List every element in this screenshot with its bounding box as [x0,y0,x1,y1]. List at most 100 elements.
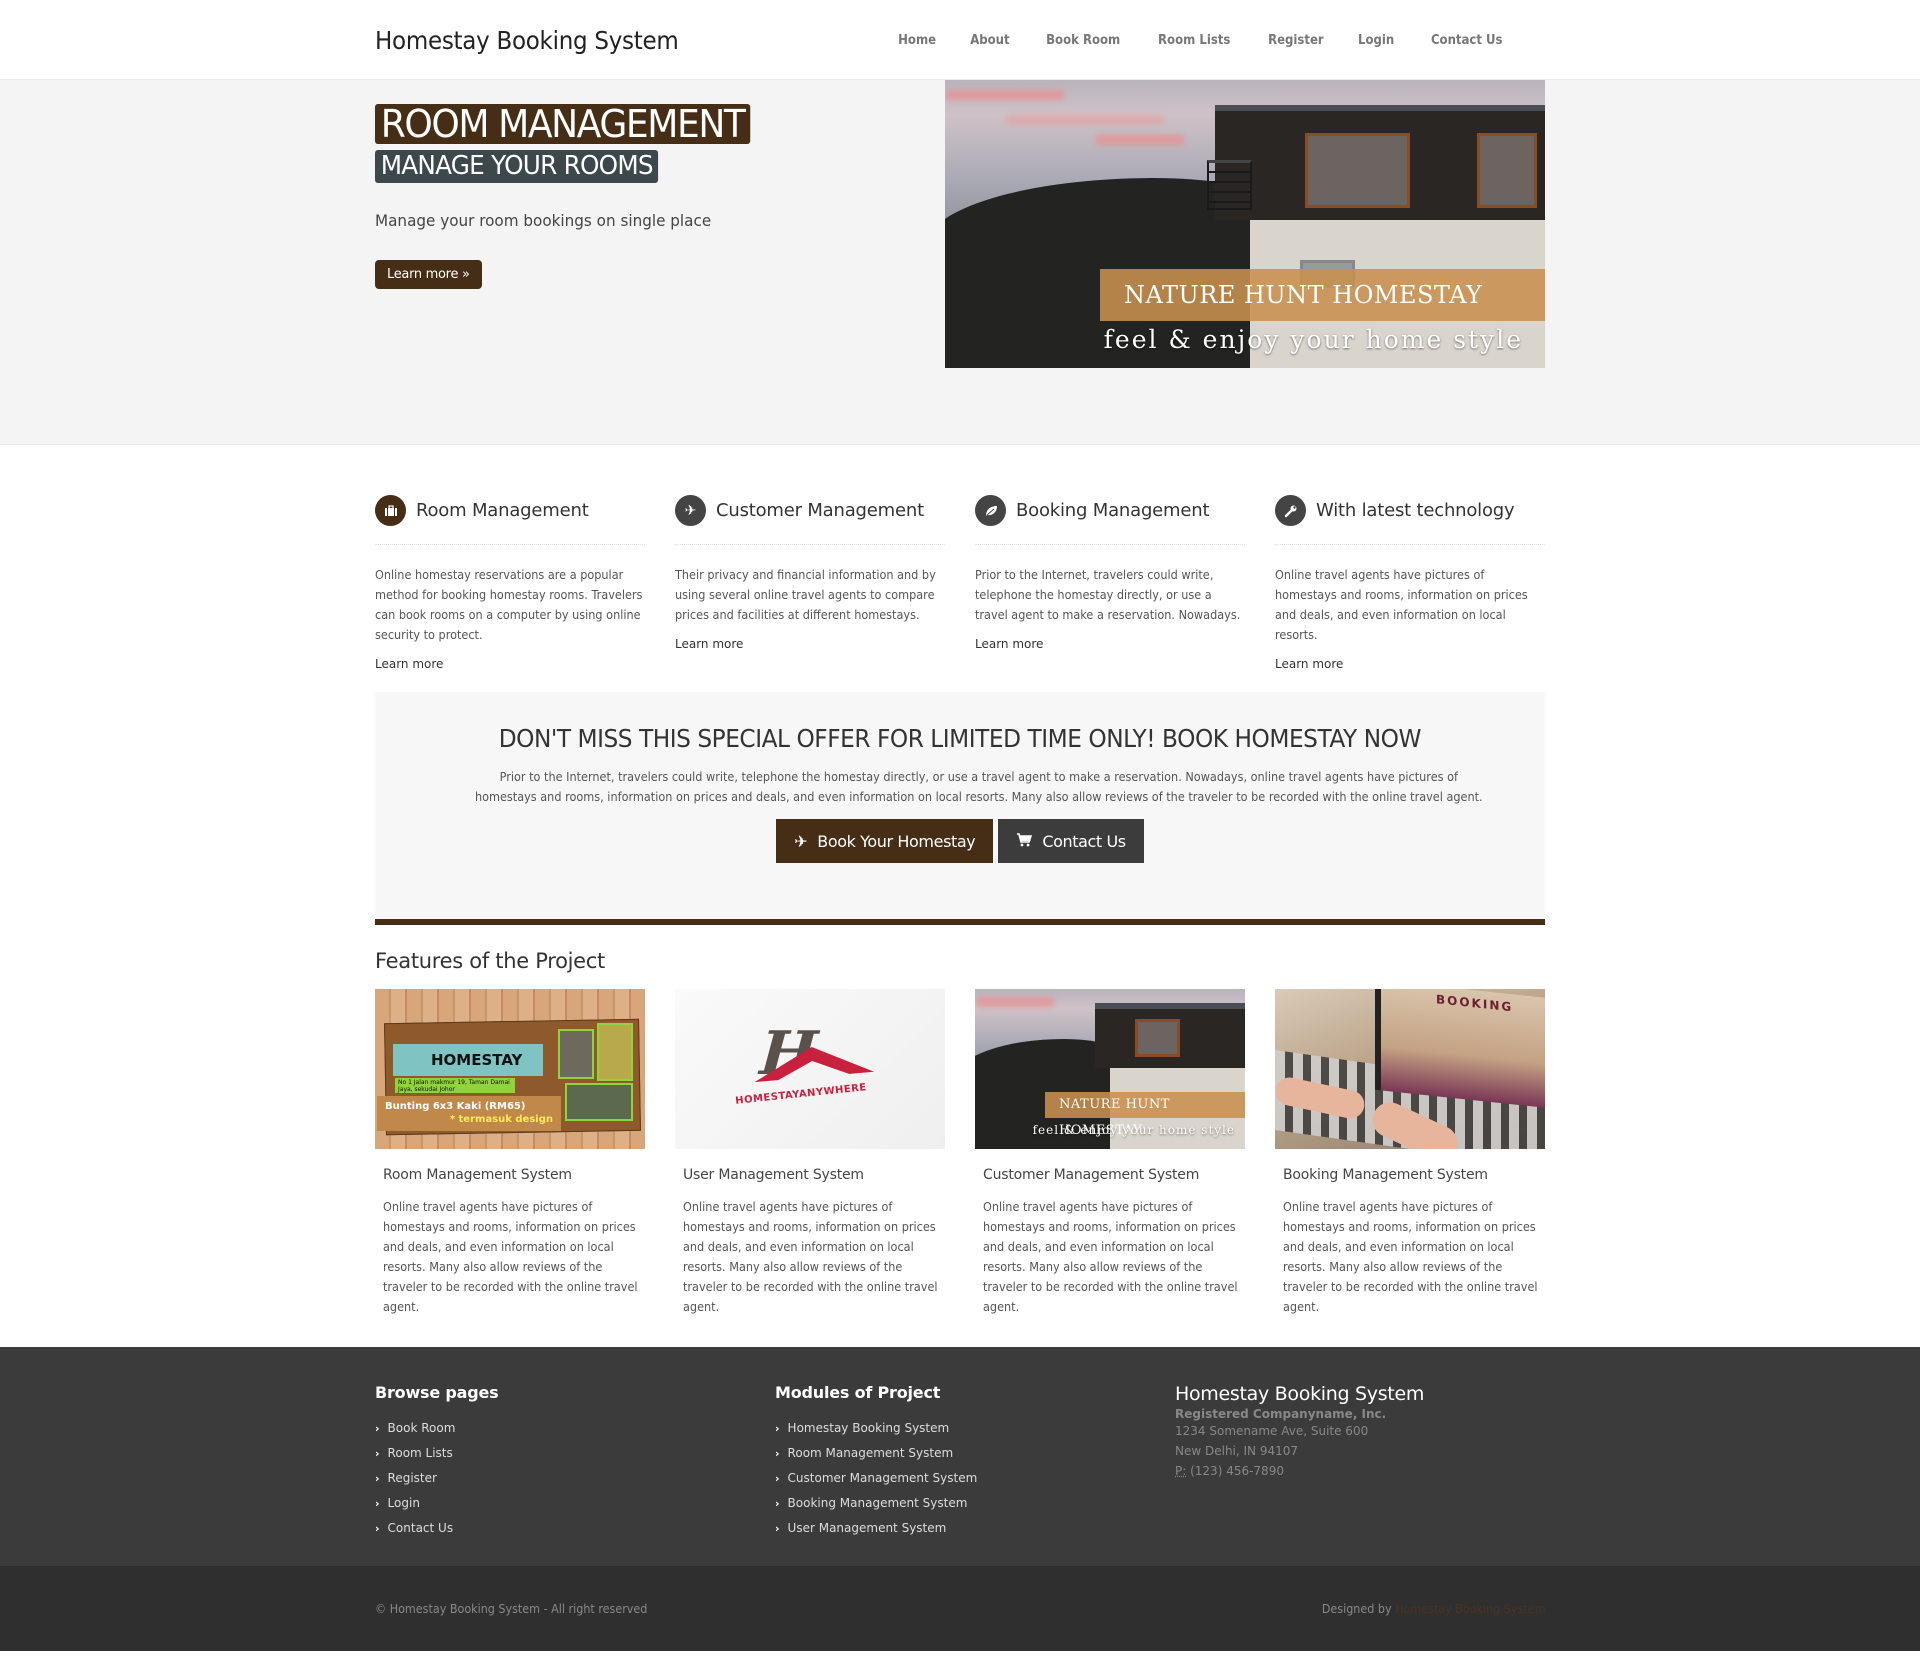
feature-text: Prior to the Internet, travelers could w… [975,568,1241,622]
briefcase-icon [375,495,406,526]
main-nav: Home About Book Room Room Lists Register… [881,33,1521,48]
nav-about[interactable]: About [957,33,1023,48]
thumb-banner: NATURE HUNT HOMESTAY [1045,1092,1245,1138]
special-offer-panel: DON'T MISS THIS SPECIAL OFFER FOR LIMITE… [375,692,1545,925]
designed-by-link[interactable]: Homestay Booking System [1395,1602,1545,1616]
hero-image: NATURE HUNT HOMESTAY feel & enjoy your h… [945,80,1545,368]
footer-heading: Modules of Project [775,1383,941,1402]
footer-heading: Browse pages [375,1383,499,1402]
room-photo [597,1023,633,1081]
banner-promo: Bunting 6x3 Kaki (RM65) * termasuk desig… [377,1096,561,1131]
plane-icon: ✈ [794,831,808,851]
book-homestay-label: Book Your Homestay [817,831,976,851]
feature-learn-more-link[interactable]: Learn more [375,657,443,671]
homestay-photo: NATURE HUNT HOMESTAY feel & enjoy your h… [945,80,1545,368]
feature-customer-management: ✈ Customer Management Their privacy and … [675,495,945,672]
project-card: NATURE HUNT HOMESTAY feel & enjoy your h… [975,989,1245,1317]
footer-link-homestay-booking[interactable]: Homestay Booking System [788,1416,950,1441]
hero-tagline: Manage your room bookings on single plac… [375,211,712,230]
phone-label: P: [1175,1464,1187,1478]
hero-text: ROOM MANAGEMENT MANAGE YOUR ROOMS Manage… [375,80,935,444]
banner-address: No 1 Jalan makmur 19, Taman Damai Jaya, … [395,1078,515,1093]
chevron-right-icon: › [375,1447,380,1460]
feature-learn-more-link[interactable]: Learn more [975,637,1043,651]
contact-us-label: Contact Us [1042,831,1126,851]
hero-section: ROOM MANAGEMENT MANAGE YOUR ROOMS Manage… [0,80,1920,445]
chevron-right-icon: › [375,1472,380,1485]
house-upper-floor [1215,105,1545,220]
footer-link-customer-management[interactable]: Customer Management System [788,1466,978,1491]
project-card-text: Online travel agents have pictures of ho… [683,1200,938,1314]
footer-link-book-room[interactable]: Book Room [388,1416,456,1441]
house-window [1477,133,1537,208]
feature-text: Online homestay reservations are a popul… [375,568,643,642]
offer-text: Prior to the Internet, travelers could w… [474,770,1483,804]
nav-contact-us[interactable]: Contact Us [1417,33,1516,48]
chevron-right-icon: › [775,1422,780,1435]
company-address-line: New Delhi, IN 94107 [1175,1444,1299,1458]
room-photo [558,1029,594,1079]
balcony [1207,160,1252,210]
promo-line: Bunting 6x3 Kaki (RM65) [385,1101,526,1112]
company-address-line: 1234 Somename Ave, Suite 600 [1175,1424,1369,1438]
footer-link-item: › Customer Management System [775,1466,1175,1491]
contact-us-button[interactable]: Contact Us [998,819,1144,863]
footer-link-item: › Booking Management System [775,1491,1175,1516]
hero-subtitle: MANAGE YOUR ROOMS [375,150,659,183]
house-upper-floor [1095,1003,1245,1068]
footer-link-item: › Book Room [375,1416,775,1441]
banner-label: HOMESTAY [393,1044,543,1076]
nature-hunt-image: NATURE HUNT HOMESTAY feel & enjoy your h… [975,989,1245,1149]
site-header: Homestay Booking System Home About Book … [0,0,1920,80]
hero-learn-more-button[interactable]: Learn more » [375,260,482,289]
features-section: Room Management Online homestay reservat… [375,445,1545,925]
homestay-photo: NATURE HUNT HOMESTAY feel & enjoy your h… [975,989,1245,1149]
nav-book-room[interactable]: Book Room [1032,33,1133,48]
feature-learn-more-link[interactable]: Learn more [1275,657,1343,671]
footer-link-booking-management[interactable]: Booking Management System [788,1491,968,1516]
feature-title: Booking Management [1016,500,1210,521]
footer-browse-pages: Browse pages › Book Room › Room Lists › Reg… [375,1383,775,1541]
footer-link-item: › Room Management System [775,1441,1175,1466]
designed-by: Designed by Homestay Booking System [1321,1602,1545,1616]
footer-link-contact-us[interactable]: Contact Us [388,1516,454,1541]
nav-register[interactable]: Register [1254,33,1337,48]
nav-login[interactable]: Login [1345,33,1408,48]
project-features-section: Features of the Project HOMESTAY No 1 Ja… [375,925,1545,1347]
chevron-right-icon: › [775,1447,780,1460]
feature-title: With latest technology [1316,500,1515,521]
wrench-icon [1275,495,1306,526]
room-photo [565,1083,633,1121]
feature-title: Customer Management [716,500,924,521]
nav-room-lists[interactable]: Room Lists [1145,33,1244,48]
shopping-cart-icon [1016,832,1033,851]
hero-title: ROOM MANAGEMENT [375,104,751,144]
footer-modules: Modules of Project › Homestay Booking Sys… [775,1383,1175,1541]
feature-learn-more-link[interactable]: Learn more [675,637,743,651]
footer-link-room-management[interactable]: Room Management System [788,1441,954,1466]
plane-icon: ✈ [675,495,706,526]
footer-link-register[interactable]: Register [388,1466,437,1491]
copyright-text: © Homestay Booking System - All right re… [375,1601,648,1616]
footer-link-login[interactable]: Login [388,1491,420,1516]
company-phone: P: (123) 456-7890 [1175,1461,1545,1481]
company-title: Homestay Booking System [1175,1383,1425,1405]
chevron-right-icon: › [375,1422,380,1435]
footer-link-room-lists[interactable]: Room Lists [388,1441,453,1466]
company-name: Registered Companyname, Inc. [1175,1407,1387,1421]
laptop-screen: BOOKING [1375,989,1545,1109]
homestay-anywhere-logo-image: H HOMESTAYANYWHERE [675,989,945,1149]
project-card-text: Online travel agents have pictures of ho… [1283,1200,1538,1314]
footer-link-user-management[interactable]: User Management System [788,1516,947,1541]
nav-home[interactable]: Home [884,33,949,48]
homestay-banner-image: HOMESTAY No 1 Jalan makmur 19, Taman Dam… [375,989,645,1149]
feature-title: Room Management [416,500,589,521]
project-features-heading: Features of the Project [375,949,605,973]
book-homestay-button[interactable]: ✈ Book Your Homestay [776,819,994,863]
brand-logo[interactable]: Homestay Booking System [375,26,679,55]
project-card-text: Online travel agents have pictures of ho… [383,1200,638,1314]
designed-by-label: Designed by [1321,1601,1392,1616]
thumb-caption: feel & enjoy your home style [1032,1123,1235,1137]
project-card-title: Customer Management System [983,1167,1200,1183]
feature-text: Their privacy and financial information … [675,568,936,622]
